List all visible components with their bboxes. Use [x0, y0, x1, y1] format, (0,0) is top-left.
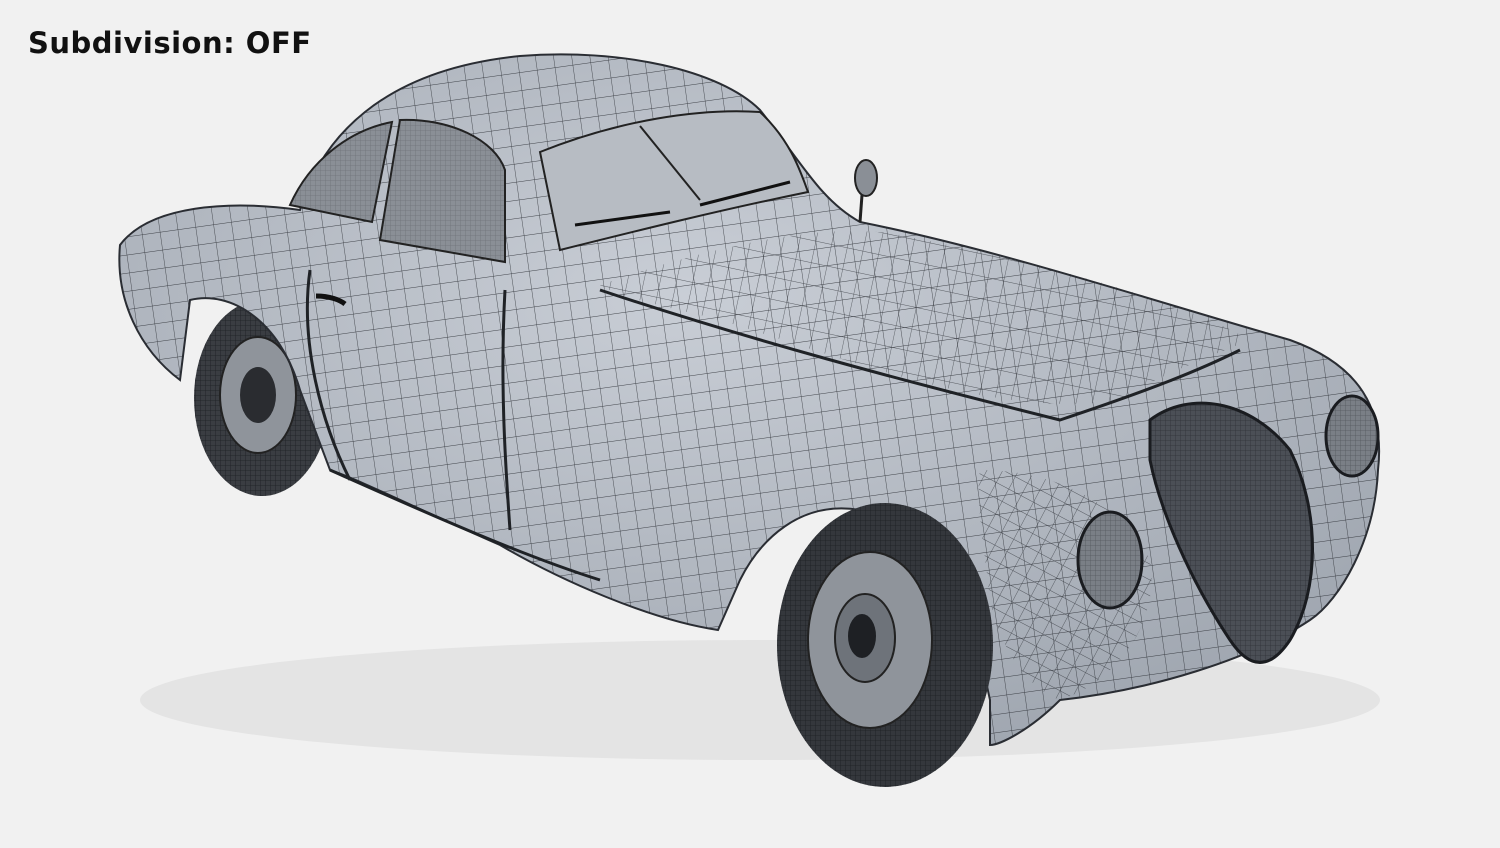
car-wireframe-render — [0, 0, 1500, 844]
side-mirror — [854, 159, 878, 223]
front-wheel — [777, 503, 993, 787]
subdivision-caption: Subdivision: OFF — [28, 26, 312, 60]
